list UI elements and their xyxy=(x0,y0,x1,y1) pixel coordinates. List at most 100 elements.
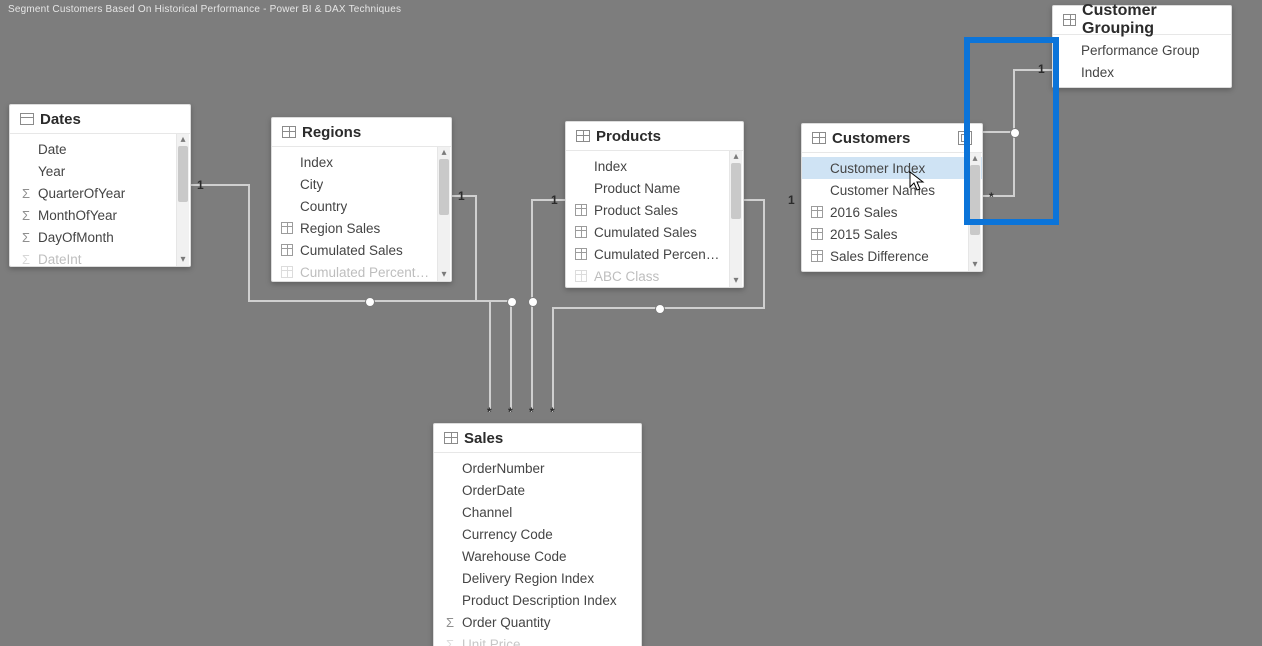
scroll-thumb[interactable] xyxy=(970,165,980,235)
measure-icon xyxy=(575,248,587,260)
scroll-up-icon[interactable]: ▴ xyxy=(969,153,981,165)
table-header[interactable]: Customer Grouping xyxy=(1053,6,1231,35)
field-row[interactable]: Cumulated Sales xyxy=(566,221,743,243)
field-row[interactable]: City xyxy=(272,173,451,195)
cardinality-many: * xyxy=(508,405,513,419)
sigma-icon xyxy=(19,186,33,200)
field-row[interactable]: Delivery Region Index xyxy=(434,567,641,589)
field-row[interactable]: Product Name xyxy=(566,177,743,199)
field-row[interactable]: Index xyxy=(566,155,743,177)
table-customers[interactable]: Customers Customer Index Customer Names … xyxy=(801,123,983,272)
scroll-down-icon[interactable]: ▾ xyxy=(969,259,981,271)
scroll-thumb[interactable] xyxy=(439,159,449,215)
scroll-up-icon[interactable]: ▴ xyxy=(177,134,189,146)
field-row[interactable]: Region Sales xyxy=(272,217,451,239)
table-header[interactable]: Sales xyxy=(434,424,641,453)
table-sales[interactable]: Sales OrderNumber OrderDate Channel Curr… xyxy=(433,423,642,646)
scroll-up-icon[interactable]: ▴ xyxy=(438,147,450,159)
field-row[interactable]: Date xyxy=(10,138,190,160)
field-row[interactable]: OrderDate xyxy=(434,479,641,501)
scrollbar[interactable]: ▴ ▾ xyxy=(176,134,189,266)
field-row[interactable]: DayOfMonth xyxy=(10,226,190,248)
table-icon xyxy=(282,126,296,138)
field-row[interactable]: ABC Class xyxy=(566,265,743,287)
measure-icon xyxy=(811,228,823,240)
field-row[interactable]: Cumulated Percentage xyxy=(272,261,451,281)
measure-icon xyxy=(575,204,587,216)
field-row[interactable]: Performance Group xyxy=(1053,39,1231,61)
table-regions[interactable]: Regions Index City Country Region Sales … xyxy=(271,117,452,282)
table-header[interactable]: Dates xyxy=(10,105,190,134)
field-row[interactable]: Cumulated Sales xyxy=(272,239,451,261)
scrollbar[interactable]: ▴ ▾ xyxy=(729,151,742,287)
cardinality-many: * xyxy=(487,405,492,419)
field-row[interactable]: Warehouse Code xyxy=(434,545,641,567)
field-row[interactable]: Country xyxy=(272,195,451,217)
field-row[interactable]: Channel xyxy=(434,501,641,523)
cardinality-one: 1 xyxy=(788,193,795,207)
cardinality-one: 1 xyxy=(551,193,558,207)
table-products[interactable]: Products Index Product Name Product Sale… xyxy=(565,121,744,288)
field-row[interactable]: Order Quantity xyxy=(434,611,641,633)
scroll-thumb[interactable] xyxy=(731,163,741,219)
table-header[interactable]: Products xyxy=(566,122,743,151)
table-customer-grouping[interactable]: Customer Grouping Performance Group Inde… xyxy=(1052,5,1232,88)
card-icon xyxy=(958,131,972,145)
table-title: Regions xyxy=(302,124,361,141)
measure-icon xyxy=(575,226,587,238)
relationship-endpoint-dot xyxy=(365,297,375,307)
cardinality-one: 1 xyxy=(1038,62,1045,76)
model-canvas[interactable]: Segment Customers Based On Historical Pe… xyxy=(0,0,1262,646)
sigma-icon xyxy=(19,252,33,266)
cardinality-many: * xyxy=(989,190,994,204)
field-row[interactable]: MonthOfYear xyxy=(10,204,190,226)
field-row[interactable]: Year xyxy=(10,160,190,182)
scroll-down-icon[interactable]: ▾ xyxy=(438,269,450,281)
field-row[interactable]: OrderNumber xyxy=(434,457,641,479)
scrollbar[interactable]: ▴ ▾ xyxy=(437,147,450,281)
cardinality-many: * xyxy=(529,405,534,419)
field-row[interactable]: Product Sales xyxy=(566,199,743,221)
field-row[interactable]: Index xyxy=(272,151,451,173)
measure-icon xyxy=(281,222,293,234)
cardinality-one: 1 xyxy=(458,189,465,203)
sigma-icon xyxy=(443,615,457,629)
field-row[interactable]: Index xyxy=(1053,61,1231,83)
field-row[interactable]: QuarterOfYear xyxy=(10,182,190,204)
measure-icon xyxy=(281,266,293,278)
scroll-down-icon[interactable]: ▾ xyxy=(177,254,189,266)
field-row[interactable]: DateInt xyxy=(10,248,190,266)
field-row[interactable]: Product Description Index xyxy=(434,589,641,611)
field-row[interactable]: Customer Names xyxy=(802,179,982,201)
scrollbar[interactable]: ▴ ▾ xyxy=(968,153,981,271)
measure-icon xyxy=(575,270,587,282)
measure-icon xyxy=(811,206,823,218)
cardinality-many: * xyxy=(550,405,555,419)
scroll-down-icon[interactable]: ▾ xyxy=(730,275,742,287)
relationship-endpoint-dot xyxy=(1010,128,1020,138)
table-header[interactable]: Regions xyxy=(272,118,451,147)
table-icon xyxy=(812,132,826,144)
table-icon xyxy=(576,130,590,142)
relationship-endpoint-dot xyxy=(655,304,665,314)
field-row[interactable]: Unit Price xyxy=(434,633,641,646)
page-title: Segment Customers Based On Historical Pe… xyxy=(8,4,401,15)
sigma-icon xyxy=(19,230,33,244)
relationship-endpoint-dot xyxy=(507,297,517,307)
scroll-up-icon[interactable]: ▴ xyxy=(730,151,742,163)
field-row[interactable]: 2016 Sales xyxy=(802,201,982,223)
field-row[interactable]: Cumulated Percentage xyxy=(566,243,743,265)
relationship-endpoint-dot xyxy=(528,297,538,307)
calendar-icon xyxy=(20,113,34,125)
table-icon xyxy=(1063,14,1076,26)
scroll-thumb[interactable] xyxy=(178,146,188,202)
field-row[interactable]: 2015 Sales xyxy=(802,223,982,245)
table-header[interactable]: Customers xyxy=(802,124,982,153)
table-title: Sales xyxy=(464,430,503,447)
table-dates[interactable]: Dates Date Year QuarterOfYear MonthOfYea… xyxy=(9,104,191,267)
field-row[interactable]: Sales Difference xyxy=(802,245,982,267)
measure-icon xyxy=(281,244,293,256)
table-title: Customer Grouping xyxy=(1082,2,1221,38)
field-row[interactable]: Currency Code xyxy=(434,523,641,545)
field-row[interactable]: Customer Index xyxy=(802,157,982,179)
